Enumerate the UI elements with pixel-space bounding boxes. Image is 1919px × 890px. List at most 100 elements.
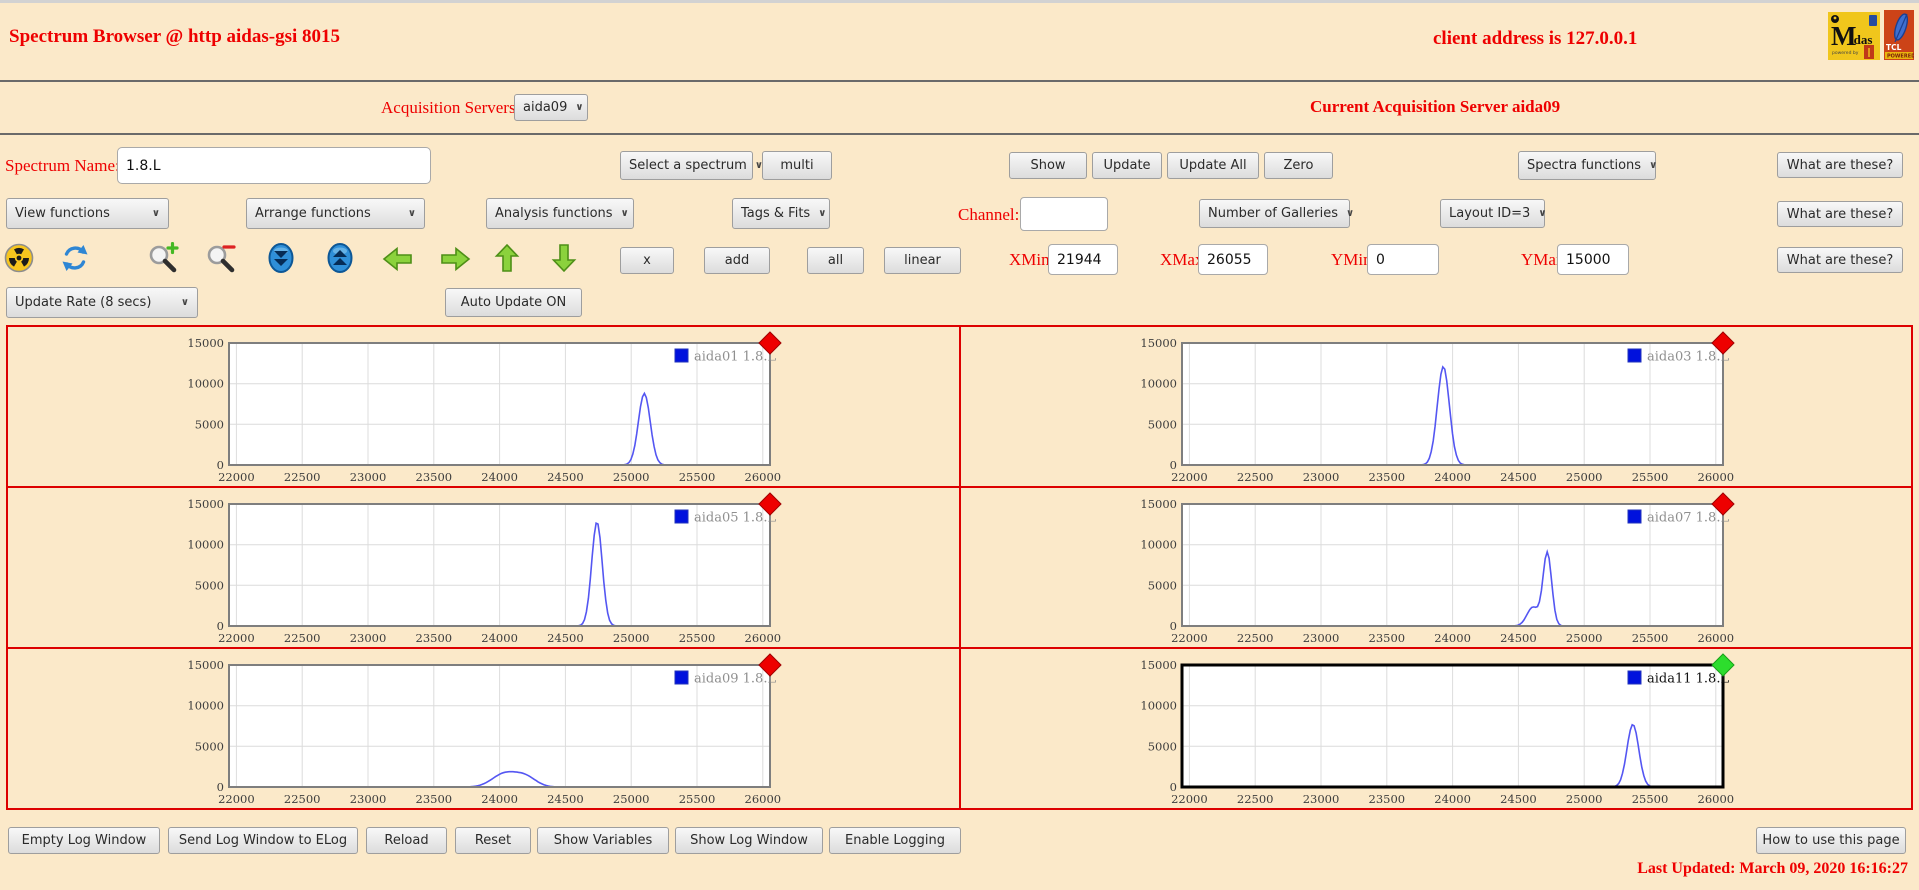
tcl-powered-logo: TCL POWERED xyxy=(1884,10,1915,60)
y-tick-label: 10000 xyxy=(1140,377,1177,391)
x-tick-label: 24000 xyxy=(482,470,519,484)
y-tick-label: 15000 xyxy=(188,336,225,350)
radioactive-icon[interactable] xyxy=(4,243,34,273)
channel-input[interactable] xyxy=(1020,197,1108,231)
xmin-input[interactable] xyxy=(1048,244,1118,275)
x-tick-label: 26000 xyxy=(745,792,782,806)
x-tick-label: 23500 xyxy=(416,470,453,484)
legend-swatch xyxy=(674,670,689,685)
auto-update-button[interactable]: Auto Update ON xyxy=(445,288,582,317)
send-log-to-elog-button[interactable]: Send Log Window to ELog xyxy=(168,827,358,854)
linear-button[interactable]: linear xyxy=(884,247,961,274)
x-tick-label: 22500 xyxy=(1237,792,1274,806)
x-tick-label: 23000 xyxy=(1302,470,1339,484)
x-tick-label: 22500 xyxy=(284,631,321,645)
x-tick-label: 23500 xyxy=(416,792,453,806)
x-tick-label: 25000 xyxy=(613,470,650,484)
zoom-in-icon[interactable] xyxy=(146,241,180,274)
tags-fits-dropdown[interactable]: Tags & Fits xyxy=(732,198,830,229)
client-address: client address is 127.0.0.1 xyxy=(1433,28,1638,49)
update-button[interactable]: Update xyxy=(1092,152,1162,179)
xmin-label: XMin xyxy=(1009,250,1050,269)
x-tick-label: 23000 xyxy=(350,470,387,484)
pan-up-icon[interactable] xyxy=(492,242,522,274)
legend-swatch xyxy=(1627,509,1642,524)
gallery-panel-aida09[interactable]: 22000 22500 23000 23500 24000 24500 25000 25500… xyxy=(7,648,960,809)
gallery-panel-aida11[interactable]: 22000 22500 23000 23500 24000 24500 25000 25500… xyxy=(959,648,1912,809)
ymin-input[interactable] xyxy=(1367,244,1439,275)
tcl-logo-powered: POWERED xyxy=(1887,54,1914,60)
y-tick-label: 5000 xyxy=(195,578,224,592)
refresh-icon[interactable] xyxy=(60,243,90,273)
view-functions-dropdown[interactable]: View functions xyxy=(6,198,169,229)
pan-down-icon[interactable] xyxy=(549,242,579,274)
layout-id-dropdown[interactable]: Layout ID=3 xyxy=(1440,199,1545,228)
add-button[interactable]: add xyxy=(704,247,770,274)
number-of-galleries-dropdown[interactable]: Number of Galleries xyxy=(1199,199,1350,228)
x-button[interactable]: x xyxy=(620,247,674,274)
what-are-these-button-1[interactable]: What are these? xyxy=(1777,152,1903,178)
select-spectrum-dropdown[interactable]: Select a spectrum xyxy=(620,151,753,180)
what-are-these-button-2[interactable]: What are these? xyxy=(1777,201,1903,227)
spectrum-chart: 22000 22500 23000 23500 24000 24500 25000 25500… xyxy=(1140,653,1735,806)
spectrum-name-input[interactable] xyxy=(117,147,431,184)
ymax-input[interactable] xyxy=(1557,244,1629,275)
reload-button[interactable]: Reload xyxy=(366,827,447,854)
spectrum-chart: 22000 22500 23000 23500 24000 24500 25000 25500… xyxy=(1140,331,1735,484)
gallery-panel-aida03[interactable]: 22000 22500 23000 23500 24000 24500 25000 25500… xyxy=(959,326,1912,487)
last-updated-text: Last Updated: March 09, 2020 16:16:27 xyxy=(1637,860,1908,877)
y-expand-icon[interactable] xyxy=(325,242,355,274)
how-to-use-button[interactable]: How to use this page xyxy=(1756,827,1906,854)
x-tick-label: 25000 xyxy=(1566,631,1603,645)
y-tick-label: 5000 xyxy=(1147,578,1176,592)
reset-button[interactable]: Reset xyxy=(455,827,531,854)
spectrum-chart: 22000 22500 23000 23500 24000 24500 25000 25500… xyxy=(188,331,782,484)
y-tick-label: 0 xyxy=(1169,458,1176,472)
x-tick-label: 25000 xyxy=(613,631,650,645)
gallery-panel-aida01[interactable]: 22000 22500 23000 23500 24000 24500 25000 25500… xyxy=(7,326,960,487)
y-tick-label: 10000 xyxy=(188,538,225,552)
spectrum-chart: 22000 22500 23000 23500 24000 24500 25000 25500… xyxy=(1140,492,1735,645)
update-rate-dropdown[interactable]: Update Rate (8 secs) xyxy=(6,287,198,318)
x-tick-label: 23500 xyxy=(1368,631,1405,645)
x-tick-label: 22000 xyxy=(1171,631,1208,645)
spectra-functions-dropdown[interactable]: Spectra functions xyxy=(1518,151,1656,180)
pan-right-icon[interactable] xyxy=(438,244,472,274)
show-variables-button[interactable]: Show Variables xyxy=(537,827,669,854)
y-tick-label: 5000 xyxy=(195,417,224,431)
x-tick-label: 25000 xyxy=(1566,792,1603,806)
gallery-panel-aida07[interactable]: 22000 22500 23000 23500 24000 24500 25000 25500… xyxy=(959,487,1912,648)
all-button[interactable]: all xyxy=(807,247,864,274)
show-log-window-button[interactable]: Show Log Window xyxy=(675,827,823,854)
show-button[interactable]: Show xyxy=(1009,152,1087,179)
x-tick-label: 25000 xyxy=(613,792,650,806)
x-tick-label: 23500 xyxy=(1368,470,1405,484)
current-server-label: Current Acquisition Server aida09 xyxy=(1310,97,1561,116)
zero-button[interactable]: Zero xyxy=(1264,152,1333,179)
y-tick-label: 15000 xyxy=(188,497,225,511)
midas-logo: M idas powered by xyxy=(1828,12,1880,60)
y-compress-icon[interactable] xyxy=(266,242,296,274)
x-tick-label: 24000 xyxy=(1434,631,1471,645)
empty-log-window-button[interactable]: Empty Log Window xyxy=(8,827,160,854)
legend-label: aida01 1.8.L xyxy=(694,350,776,365)
x-tick-label: 24500 xyxy=(547,792,584,806)
enable-logging-button[interactable]: Enable Logging xyxy=(829,827,961,854)
gallery-panel-aida05[interactable]: 22000 22500 23000 23500 24000 24500 25000 25500… xyxy=(7,487,960,648)
x-tick-label: 24500 xyxy=(547,470,584,484)
multi-button[interactable]: multi xyxy=(762,151,832,180)
arrange-functions-dropdown[interactable]: Arrange functions xyxy=(246,198,425,229)
spectrum-chart: 22000 22500 23000 23500 24000 24500 25000 25500… xyxy=(188,653,782,806)
y-tick-label: 5000 xyxy=(195,739,224,753)
zoom-out-icon[interactable] xyxy=(204,242,238,274)
acquisition-server-select[interactable]: aida09 xyxy=(514,94,588,121)
what-are-these-button-3[interactable]: What are these? xyxy=(1777,247,1903,273)
pan-left-icon[interactable] xyxy=(381,244,415,274)
spectrum-name-label: Spectrum Name: xyxy=(5,156,120,175)
x-tick-label: 24000 xyxy=(482,631,519,645)
x-tick-label: 23500 xyxy=(1368,792,1405,806)
analysis-functions-dropdown[interactable]: Analysis functions xyxy=(486,198,634,229)
xmax-input[interactable] xyxy=(1198,244,1268,275)
update-all-button[interactable]: Update All xyxy=(1167,152,1259,179)
x-tick-label: 24500 xyxy=(1500,470,1537,484)
